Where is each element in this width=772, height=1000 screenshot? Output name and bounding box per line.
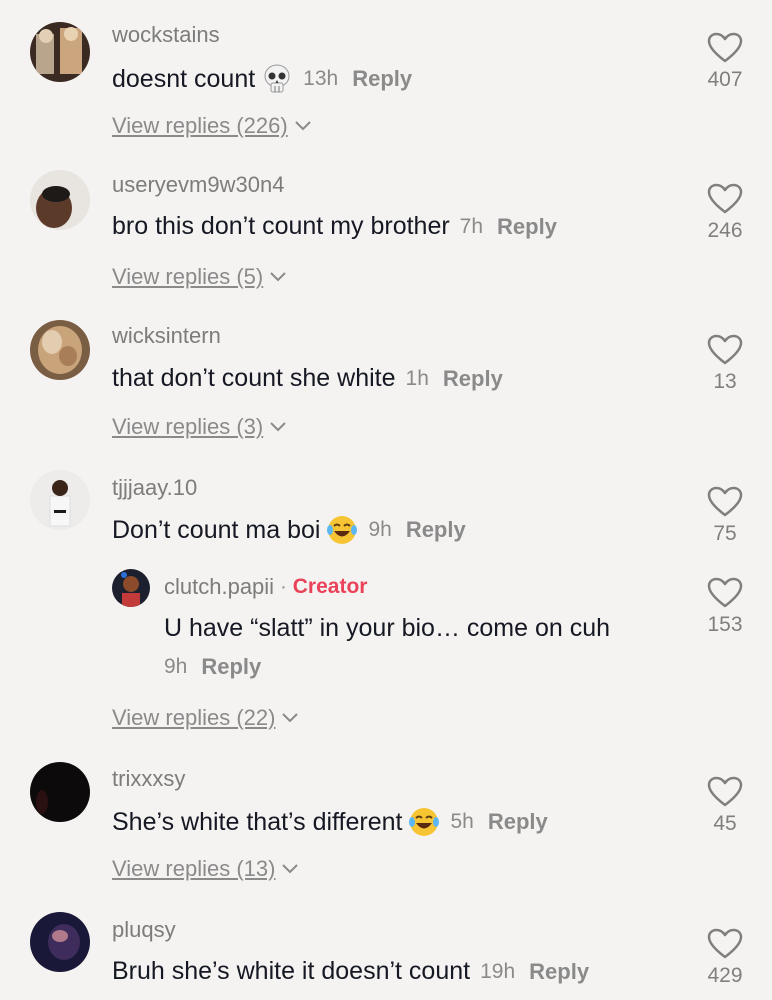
reply-button[interactable]: Reply bbox=[352, 66, 412, 92]
comment-username[interactable]: pluqsy bbox=[112, 917, 176, 943]
comment-text: Don’t count ma boi bbox=[112, 515, 321, 544]
reply-text: U have “slatt” in your bio… come on cuh bbox=[164, 614, 611, 642]
like-control: 13 bbox=[700, 334, 750, 394]
chevron-down-icon bbox=[282, 713, 299, 723]
reply-time: 9h bbox=[164, 655, 188, 678]
reply-button[interactable]: Reply bbox=[488, 809, 548, 835]
chevron-down-icon bbox=[270, 272, 286, 282]
like-count: 45 bbox=[713, 812, 737, 835]
comment-text: doesnt count bbox=[112, 64, 256, 93]
reply-meta: 9h Reply bbox=[164, 654, 261, 680]
view-replies-link[interactable]: View replies (3) bbox=[112, 414, 287, 440]
comment-text: She’s white that’s different bbox=[112, 807, 403, 836]
heart-icon[interactable] bbox=[707, 32, 743, 64]
view-replies-label: View replies (226) bbox=[112, 113, 288, 138]
comment-username[interactable]: wockstains bbox=[112, 22, 220, 48]
skull-emoji-icon bbox=[261, 63, 293, 95]
comment-time: 9h bbox=[368, 518, 392, 541]
comment-body: doesnt count 13h Reply bbox=[112, 63, 412, 95]
like-control: 153 bbox=[700, 577, 750, 637]
like-count: 13 bbox=[713, 370, 737, 393]
comment-username[interactable]: wicksintern bbox=[112, 323, 221, 349]
reply-button[interactable]: Reply bbox=[529, 959, 589, 985]
like-count: 407 bbox=[707, 68, 743, 91]
comment-text: that don’t count she white bbox=[112, 364, 396, 392]
view-replies-label: View replies (3) bbox=[112, 414, 264, 439]
comment-text: bro this don’t count my brother bbox=[112, 212, 450, 240]
comment-text: Bruh she’s white it doesn’t count bbox=[112, 957, 471, 985]
comment-body: She’s white that’s different 5h Reply bbox=[112, 806, 548, 838]
avatar[interactable] bbox=[30, 320, 90, 380]
comment-body: bro this don’t count my brother 7h Reply bbox=[112, 212, 557, 241]
avatar[interactable] bbox=[30, 470, 90, 530]
like-count: 429 bbox=[707, 964, 743, 987]
avatar[interactable] bbox=[30, 170, 90, 230]
view-replies-label: View replies (22) bbox=[112, 705, 276, 730]
comment-time: 19h bbox=[480, 959, 516, 983]
heart-icon[interactable] bbox=[707, 776, 743, 808]
heart-icon[interactable] bbox=[707, 183, 743, 215]
comments-screen: wockstains doesnt count 13h Reply View r… bbox=[0, 0, 772, 1000]
like-control: 45 bbox=[700, 776, 750, 836]
reply-button[interactable]: Reply bbox=[443, 366, 503, 392]
chevron-down-icon bbox=[294, 121, 311, 131]
view-replies-link[interactable]: View replies (13) bbox=[112, 856, 299, 882]
comment-body: Don’t count ma boi 9h Reply bbox=[112, 514, 466, 546]
heart-icon[interactable] bbox=[707, 334, 743, 366]
view-replies-link[interactable]: View replies (226) bbox=[112, 113, 312, 139]
view-replies-label: View replies (13) bbox=[112, 856, 276, 881]
comment-username[interactable]: useryevm9w30n4 bbox=[112, 172, 284, 198]
comment-body: Bruh she’s white it doesn’t count 19h Re… bbox=[112, 957, 589, 986]
reply-header: clutch.papii · Creator bbox=[164, 574, 367, 600]
comment-time: 13h bbox=[303, 67, 339, 90]
avatar[interactable] bbox=[30, 22, 90, 82]
chevron-down-icon bbox=[282, 864, 299, 874]
separator-dot: · bbox=[280, 575, 287, 598]
view-replies-link[interactable]: View replies (5) bbox=[112, 264, 287, 290]
view-replies-link[interactable]: View replies (22) bbox=[112, 705, 299, 731]
like-count: 246 bbox=[707, 219, 743, 242]
like-control: 429 bbox=[700, 928, 750, 988]
reply-button[interactable]: Reply bbox=[497, 214, 557, 240]
creator-badge: Creator bbox=[292, 575, 368, 598]
laughing-tears-emoji-icon bbox=[408, 806, 440, 838]
reply-body: U have “slatt” in your bio… come on cuh bbox=[164, 614, 610, 643]
comment-time: 7h bbox=[459, 214, 484, 238]
comment-time: 5h bbox=[450, 810, 474, 833]
heart-icon[interactable] bbox=[707, 577, 743, 609]
reply-button[interactable]: Reply bbox=[406, 517, 466, 543]
reply-username[interactable]: clutch.papii bbox=[164, 574, 274, 600]
comment-time: 1h bbox=[405, 366, 429, 390]
chevron-down-icon bbox=[270, 422, 286, 432]
comment-body: that don’t count she white 1h Reply bbox=[112, 364, 503, 393]
avatar[interactable] bbox=[30, 912, 90, 972]
like-count: 75 bbox=[713, 522, 737, 545]
like-control: 407 bbox=[700, 32, 750, 92]
comment-username[interactable]: tjjjaay.10 bbox=[112, 475, 197, 501]
like-control: 75 bbox=[700, 486, 750, 546]
avatar[interactable] bbox=[30, 762, 90, 822]
like-control: 246 bbox=[700, 183, 750, 243]
laughing-tears-emoji-icon bbox=[326, 514, 358, 546]
reply-button[interactable]: Reply bbox=[201, 654, 261, 680]
comment-username[interactable]: trixxxsy bbox=[112, 766, 185, 792]
heart-icon[interactable] bbox=[707, 928, 743, 960]
heart-icon[interactable] bbox=[707, 486, 743, 518]
avatar[interactable] bbox=[112, 569, 150, 607]
view-replies-label: View replies (5) bbox=[112, 264, 264, 289]
like-count: 153 bbox=[707, 613, 743, 636]
